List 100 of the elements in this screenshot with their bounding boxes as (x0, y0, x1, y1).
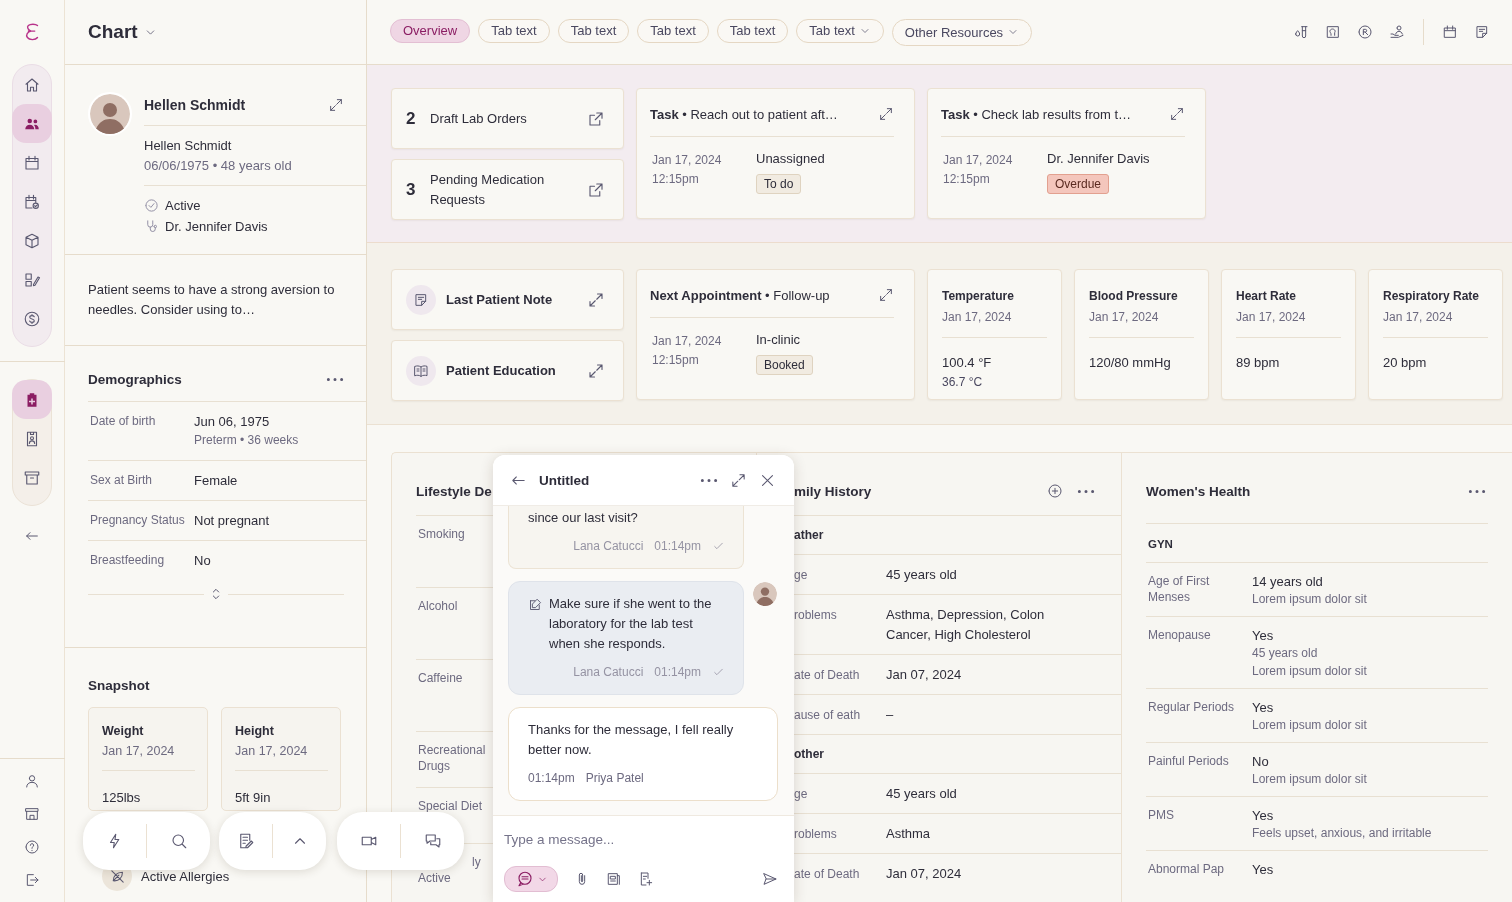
person-hand-icon (1389, 24, 1405, 40)
expand-button[interactable] (878, 106, 894, 122)
field-value: No (194, 552, 211, 569)
head-frame-icon (1325, 24, 1341, 40)
document-plus-icon (638, 871, 654, 887)
expand-icon (1169, 106, 1185, 122)
allergies-label: Active Allergies (141, 868, 230, 884)
field-value: 45 years old (886, 785, 958, 803)
nav-item[interactable] (12, 104, 52, 143)
assignee: Unassigned (756, 151, 825, 166)
link-card[interactable]: Patient Education (391, 340, 624, 401)
count-card[interactable]: 2 Draft Lab Orders (391, 88, 624, 149)
vital-value: 100.4 °F (942, 355, 993, 370)
profile-button[interactable] (24, 773, 40, 789)
metric-name: Height (235, 724, 275, 738)
store-button[interactable] (24, 806, 40, 822)
field-detail: Lorem ipsum dolor sit (1252, 717, 1367, 734)
field-label: Pregnancy Status (90, 512, 186, 529)
field-value: Yes (1252, 627, 1275, 644)
add-button[interactable] (1047, 483, 1063, 499)
field-value: No (1252, 753, 1270, 770)
vital-name: Blood Pressure (1089, 289, 1178, 303)
send-button[interactable] (762, 871, 778, 887)
more-icon (326, 377, 344, 382)
more-button[interactable] (1077, 488, 1095, 494)
field-value: Yes (1252, 861, 1274, 878)
profile-frame-button[interactable] (1325, 24, 1341, 40)
logout-button[interactable] (24, 872, 40, 888)
metric-value: 125lbs (102, 790, 142, 805)
more-icon (1468, 488, 1486, 494)
field-value: Yes (1252, 699, 1275, 716)
lab-tubes-button[interactable] (1293, 24, 1309, 40)
vital-name: Respiratory Rate (1383, 289, 1480, 303)
tab[interactable]: Overview (390, 18, 471, 43)
tab[interactable]: Tab text (716, 18, 789, 43)
field-value: Female (194, 472, 238, 489)
provider-name: Dr. Jennifer Davis (165, 219, 268, 234)
tab[interactable]: Tab text (796, 18, 884, 43)
stethoscope-icon (144, 219, 159, 234)
expand-button[interactable] (878, 287, 894, 303)
task-title: Task • Check lab results from t… (941, 106, 1131, 122)
patient-full-name: Hellen Schmidt (144, 138, 233, 153)
field-label: Regular Periods (1148, 699, 1236, 716)
field-label: PMS (1148, 807, 1175, 824)
tab[interactable]: Tab text (478, 18, 550, 43)
birth-date-age: 06/06/1975 • 48 years old (144, 158, 293, 173)
field-label: Date of birth (90, 413, 157, 430)
archive-icon (23, 468, 41, 487)
store-icon (24, 806, 40, 822)
field-label: Smoking (418, 526, 466, 542)
tab[interactable]: Other Resources (891, 18, 1033, 46)
message-input[interactable]: Type a message... (504, 824, 778, 855)
document-icon (606, 871, 622, 887)
field-value: – (886, 706, 895, 724)
vital-date: Jan 17, 2024 (1383, 310, 1488, 338)
chart-menu-button[interactable]: Chart (88, 21, 157, 43)
field-label: Painful Periods (1148, 753, 1230, 770)
note-icon (413, 291, 429, 308)
task-time: 12:15pm (943, 171, 991, 188)
avatar (88, 92, 132, 136)
metric-name: Weight (102, 724, 145, 738)
message-time: 01:14pm (654, 664, 701, 681)
checklist-icon (23, 270, 41, 289)
care-button[interactable] (1389, 24, 1405, 40)
task-time: 12:15pm (652, 352, 700, 369)
field-value: Yes (1252, 807, 1275, 824)
field-value: Asthma, Depression, Colon Cancer, High Cholesterol (886, 606, 1046, 644)
help-button[interactable] (24, 839, 40, 855)
more-button[interactable] (326, 377, 344, 382)
message-mode-button[interactable] (504, 866, 558, 892)
tab[interactable]: Tab text (557, 18, 630, 43)
field-label: roblems (794, 826, 838, 843)
prescription-button[interactable] (1357, 24, 1373, 40)
field-label: Recreational Drugs (418, 742, 487, 774)
note-icon (1474, 24, 1490, 40)
book-icon (413, 362, 429, 379)
search-icon (169, 832, 188, 850)
chat-bubbles-icon (423, 832, 442, 850)
count-card[interactable]: 3 Pending Medication Requests (391, 159, 624, 220)
expand-button[interactable] (730, 471, 747, 489)
more-button[interactable] (700, 477, 718, 483)
field-label: Alcohol (418, 598, 459, 614)
nav-item[interactable] (12, 380, 52, 419)
field-detail: Lorem ipsum dolor sit (1252, 591, 1367, 608)
message-text: Thanks for the message, I fell really better now. (528, 721, 735, 759)
expand-button[interactable] (1169, 106, 1185, 122)
link-card[interactable]: Last Patient Note (391, 269, 624, 330)
section-heading: GYN (1146, 523, 1488, 562)
calendar-button[interactable] (1442, 24, 1458, 40)
template-button[interactable] (606, 871, 622, 887)
task-date: Jan 17, 2024 (943, 152, 1014, 169)
section-title: Demographics (88, 372, 182, 387)
field-detail: Lorem ipsum dolor sit (1252, 771, 1367, 788)
tab[interactable]: Tab text (637, 18, 709, 43)
expand-button[interactable] (328, 97, 344, 113)
calendar-check-icon (23, 192, 41, 211)
notes-button[interactable] (1474, 24, 1490, 40)
more-button[interactable] (1468, 488, 1486, 494)
more-icon (700, 477, 718, 483)
add-form-button[interactable] (638, 871, 654, 887)
